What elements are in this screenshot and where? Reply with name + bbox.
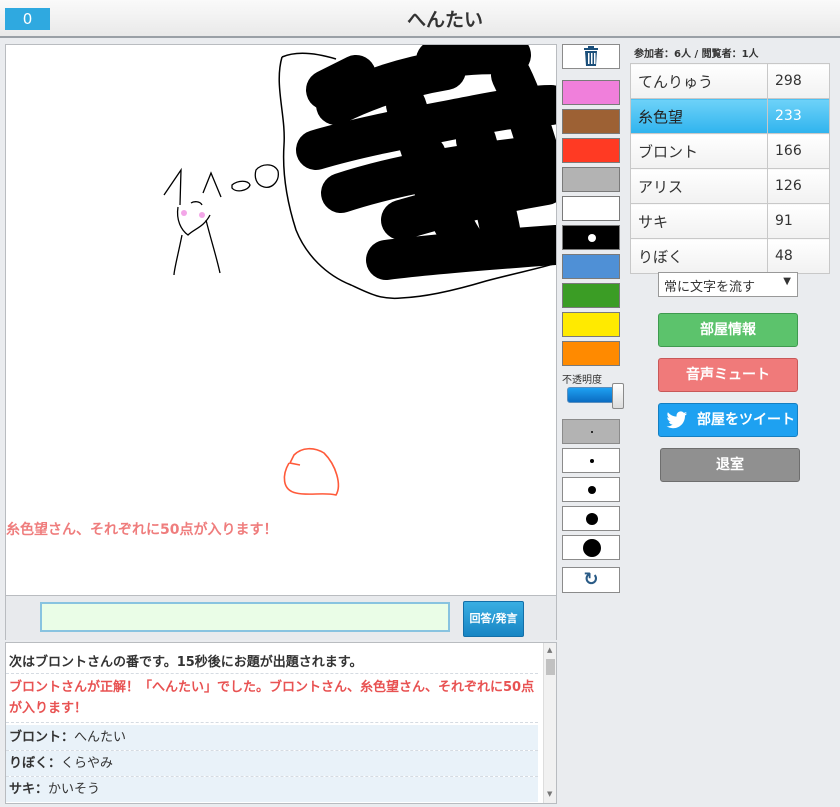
scroll-up-icon[interactable]: ▲ — [547, 646, 552, 654]
brush-size-5[interactable] — [562, 535, 620, 560]
color-swatch[interactable] — [562, 167, 620, 192]
drawing-strokes — [163, 45, 556, 496]
player-name: りぼく — [630, 238, 768, 274]
leave-room-button[interactable]: 退室 — [660, 448, 800, 482]
page-title: へんたい — [406, 9, 483, 31]
chat-message: ブロントさんが正解！「へんたい」でした。ブロントさん、糸色望さん、それぞれに50… — [6, 677, 538, 719]
selected-color-indicator — [588, 234, 596, 242]
chat-message: ブロント：へんたい — [6, 725, 538, 750]
chat-log: 次はブロントさんの番です。15秒後にお題が出題されます。 ブロントさんが正解！「… — [5, 642, 557, 804]
submit-answer-button[interactable]: 回答/発言 — [463, 601, 524, 637]
brush-dot-icon — [591, 431, 593, 433]
room-info-button[interactable]: 部屋情報 — [658, 313, 798, 347]
participant-count: 参加者：6人 / 閲覧者：1人 — [634, 49, 759, 60]
mute-audio-button[interactable]: 音声ミュート — [658, 358, 798, 392]
score-row: りぼく 48 — [630, 238, 830, 274]
chat-divider — [6, 722, 538, 723]
color-swatch[interactable] — [562, 341, 620, 366]
player-score: 233 — [767, 98, 830, 134]
undo-icon: ↻ — [583, 569, 599, 590]
chat-text: くらやみ — [61, 756, 114, 771]
undo-button[interactable]: ↻ — [562, 567, 620, 593]
player-score: 91 — [767, 203, 830, 239]
chat-text: ブロントさんが正解！「へんたい」でした。ブロントさん、糸色望さん、それぞれに50… — [9, 680, 535, 716]
score-notice: 糸色望さん、それぞれに50点が入ります！ — [6, 522, 278, 538]
chat-message: サキ：かいそう — [6, 777, 538, 802]
score-row: アリス 126 — [630, 168, 830, 204]
score-row: 糸色望 233 — [630, 98, 830, 134]
chat-user: サキ： — [9, 782, 49, 797]
player-score: 298 — [767, 63, 830, 99]
opacity-slider-handle[interactable] — [612, 383, 624, 409]
answer-input[interactable] — [40, 602, 450, 632]
player-name: 糸色望 — [630, 98, 768, 134]
tweet-room-label: 部屋をツイート — [697, 412, 795, 428]
clear-canvas-button[interactable] — [562, 44, 620, 69]
color-swatch[interactable] — [562, 109, 620, 134]
score-table: てんりゅう 298 糸色望 233 ブロント 166 アリス 126 サキ 91 りぼく 48 — [630, 63, 830, 274]
player-score: 126 — [767, 168, 830, 204]
drawing-canvas[interactable]: 糸色望さん、それぞれに50点が入ります！ — [5, 44, 557, 596]
color-swatch[interactable] — [562, 196, 620, 221]
player-score: 48 — [767, 238, 830, 274]
color-swatch[interactable] — [562, 312, 620, 337]
brush-size-4[interactable] — [562, 506, 620, 531]
color-swatch[interactable] — [562, 225, 620, 250]
chat-user: ブロント： — [9, 730, 75, 745]
brush-dot-icon — [586, 513, 598, 525]
chevron-down-icon: ▼ — [783, 276, 791, 287]
color-swatch[interactable] — [562, 80, 620, 105]
chat-message: りぼく：くらやみ — [6, 751, 538, 776]
brush-size-3[interactable] — [562, 477, 620, 502]
brush-dot-icon — [590, 459, 594, 463]
player-name: サキ — [630, 203, 768, 239]
chat-user: りぼく： — [9, 756, 62, 771]
brush-size-2[interactable] — [562, 448, 620, 473]
opacity-label: 不透明度 — [562, 375, 602, 386]
player-score: 166 — [767, 133, 830, 169]
select-value: 常に文字を流す — [664, 280, 756, 295]
answer-row: 回答/発言 — [5, 596, 557, 640]
twitter-bird-icon — [666, 411, 688, 429]
brush-dot-icon — [588, 486, 596, 494]
score-row: サキ 91 — [630, 203, 830, 239]
tweet-room-button[interactable]: 部屋をツイート — [658, 403, 798, 437]
color-swatch[interactable] — [562, 138, 620, 163]
scroll-down-icon[interactable]: ▼ — [547, 790, 552, 798]
chat-scrollbar[interactable]: ▲ ▼ — [543, 643, 556, 803]
brush-size-1[interactable] — [562, 419, 620, 444]
chat-text: へんたい — [74, 730, 127, 745]
chat-message: 次はブロントさんの番です。15秒後にお題が出題されます。 — [6, 651, 538, 670]
color-swatch[interactable] — [562, 254, 620, 279]
player-name: てんりゅう — [630, 63, 768, 99]
chat-text: 次はブロントさんの番です。15秒後にお題が出題されます。 — [9, 655, 363, 670]
color-swatch[interactable] — [562, 283, 620, 308]
chat-scroll-thumb[interactable] — [546, 659, 555, 675]
chat-text: かいそう — [48, 782, 101, 797]
trash-icon — [584, 46, 598, 66]
chat-divider — [6, 673, 538, 674]
score-row: ブロント 166 — [630, 133, 830, 169]
score-row: てんりゅう 298 — [630, 63, 830, 99]
player-name: ブロント — [630, 133, 768, 169]
player-name: アリス — [630, 168, 768, 204]
brush-dot-icon — [583, 539, 601, 557]
comment-display-select[interactable]: 常に文字を流す ▼ — [658, 272, 798, 297]
